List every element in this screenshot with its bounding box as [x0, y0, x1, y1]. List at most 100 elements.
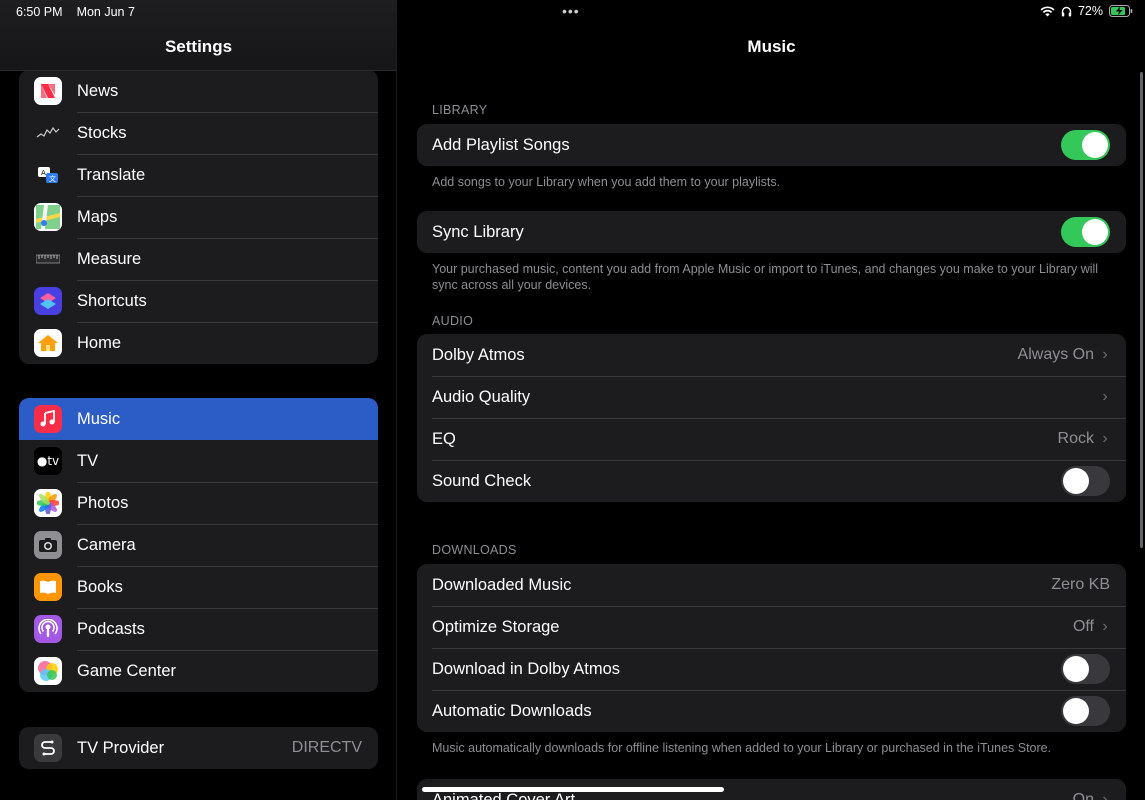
sidebar-item-books[interactable]: Books [19, 566, 378, 608]
chevron-right-icon: › [1102, 618, 1108, 635]
music-settings-panel: Music LIBRARY Add Playlist Songs Add son… [398, 0, 1145, 800]
photos-icon [34, 489, 62, 517]
battery-percentage: 72% [1077, 4, 1103, 18]
eq-value: Rock [1057, 430, 1094, 447]
sidebar-item-label: Game Center [77, 661, 177, 680]
eq-label: EQ [432, 429, 456, 448]
automatic-downloads-toggle[interactable] [1061, 696, 1110, 726]
dolby-atmos-label: Dolby Atmos [432, 345, 525, 364]
scrollbar[interactable] [1140, 72, 1143, 548]
add-playlist-songs-toggle[interactable] [1061, 130, 1110, 160]
podcasts-icon [34, 615, 62, 643]
wifi-icon [1040, 5, 1055, 16]
group-downloads: Downloaded Music Zero KB Optimize Storag… [417, 564, 1126, 732]
add-playlist-songs-label: Add Playlist Songs [432, 135, 570, 154]
sidebar-title: Settings [164, 37, 233, 56]
sidebar-item-label: Photos [77, 493, 129, 512]
sidebar-item-translate[interactable]: A 文 Translate [19, 154, 378, 196]
page-title: Music [747, 37, 796, 56]
section-label-library: LIBRARY [432, 103, 488, 117]
row-download-dolby-atmos: Download in Dolby Atmos [417, 648, 1126, 690]
section-label-downloads: DOWNLOADS [432, 543, 517, 557]
shortcuts-icon [34, 287, 62, 315]
row-add-playlist-songs: Add Playlist Songs [417, 124, 1126, 166]
row-audio-quality[interactable]: Audio Quality › [417, 376, 1126, 418]
toggle-knob [1063, 698, 1089, 724]
toggle-knob [1063, 656, 1089, 682]
stocks-icon [34, 119, 62, 147]
music-icon [34, 405, 62, 433]
toggle-knob [1082, 132, 1108, 158]
sidebar-item-label: Maps [77, 207, 118, 226]
automatic-downloads-footnote: Music automatically downloads for offlin… [432, 741, 1052, 755]
add-playlist-footnote: Add songs to your Library when you add t… [432, 175, 781, 189]
sync-library-label: Sync Library [432, 222, 524, 241]
battery-charging-icon [1109, 5, 1133, 17]
sidebar-item-game-center[interactable]: Game Center [19, 650, 378, 692]
section-label-audio: AUDIO [432, 314, 474, 328]
downloaded-music-value: Zero KB [1051, 576, 1110, 593]
audio-quality-label: Audio Quality [432, 387, 531, 406]
download-dolby-atmos-label: Download in Dolby Atmos [432, 659, 621, 678]
sidebar-item-news[interactable]: News [19, 70, 378, 112]
measure-icon [34, 245, 62, 273]
sidebar-item-shortcuts[interactable]: Shortcuts [19, 280, 378, 322]
optimize-storage-value: Off [1072, 618, 1094, 635]
home-icon [34, 329, 62, 357]
sidebar-item-music[interactable]: Music [19, 398, 378, 440]
row-eq[interactable]: EQ Rock › [417, 418, 1126, 460]
sidebar-item-stocks[interactable]: Stocks [19, 112, 378, 154]
status-date: Mon Jun 7 [76, 5, 135, 19]
sidebar-item-label: Podcasts [77, 619, 145, 638]
downloaded-music-label: Downloaded Music [432, 575, 572, 594]
sync-library-toggle[interactable] [1061, 217, 1110, 247]
sidebar-item-label: Music [77, 409, 121, 428]
sidebar-item-measure[interactable]: Measure [19, 238, 378, 280]
sidebar-item-label: Shortcuts [77, 291, 147, 310]
animated-cover-art-value: On [1072, 791, 1094, 800]
sidebar-item-label: TV [77, 451, 99, 470]
optimize-storage-label: Optimize Storage [432, 617, 560, 636]
sound-check-label: Sound Check [432, 471, 532, 490]
tv-icon: ●tv [34, 447, 62, 475]
sidebar-item-tv[interactable]: ●tv TV [19, 440, 378, 482]
sidebar-item-maps[interactable]: Maps [19, 196, 378, 238]
row-automatic-downloads: Automatic Downloads [417, 690, 1126, 732]
camera-icon [34, 531, 62, 559]
sidebar-item-label: Camera [77, 535, 136, 554]
sidebar-item-label: Home [77, 333, 122, 352]
sidebar-item-home[interactable]: Home [19, 322, 378, 364]
sidebar-item-label: News [77, 81, 119, 100]
group-sync-library: Sync Library [417, 211, 1126, 253]
sidebar-item-label: TV Provider [77, 738, 165, 757]
row-optimize-storage[interactable]: Optimize Storage Off › [417, 606, 1126, 648]
translate-icon: A文 [34, 161, 62, 189]
sidebar-item-camera[interactable]: Camera [19, 524, 378, 566]
automatic-downloads-label: Automatic Downloads [432, 701, 592, 720]
sidebar-group-media: Music ●tv TV Photos Camera Books Podcasts Game … [19, 398, 378, 692]
status-bar-left: 6:50 PM Mon Jun 7 [16, 5, 135, 19]
download-dolby-atmos-toggle[interactable] [1061, 654, 1110, 684]
sidebar-item-label: Translate [77, 165, 146, 184]
game-center-icon [34, 657, 62, 685]
maps-icon [34, 203, 62, 231]
group-add-playlist: Add Playlist Songs [417, 124, 1126, 166]
home-indicator[interactable] [422, 787, 724, 792]
sidebar-item-value: DIRECTV [291, 739, 362, 756]
tv-provider-icon [34, 734, 62, 762]
chevron-right-icon: › [1102, 430, 1108, 447]
sidebar-item-podcasts[interactable]: Podcasts [19, 608, 378, 650]
group-audio: Dolby Atmos Always On › Audio Quality › … [417, 334, 1126, 502]
multitasking-dots-icon[interactable]: ••• [562, 3, 580, 19]
row-downloaded-music[interactable]: Downloaded Music Zero KB [417, 564, 1126, 606]
toggle-knob [1082, 219, 1108, 245]
sidebar-group-provider: TV Provider DIRECTV [19, 727, 378, 769]
sidebar-group-apps: News Stocks A 文 Translate Maps Measure Shortcut… [19, 70, 378, 364]
headphones-icon [1061, 6, 1072, 16]
sound-check-toggle[interactable] [1061, 466, 1110, 496]
dolby-atmos-value: Always On [1017, 346, 1094, 363]
svg-text:A: A [41, 169, 46, 177]
sidebar-item-tv-provider[interactable]: TV Provider DIRECTV [19, 727, 378, 769]
sidebar-item-photos[interactable]: Photos [19, 482, 378, 524]
row-dolby-atmos[interactable]: Dolby Atmos Always On › [417, 334, 1126, 376]
